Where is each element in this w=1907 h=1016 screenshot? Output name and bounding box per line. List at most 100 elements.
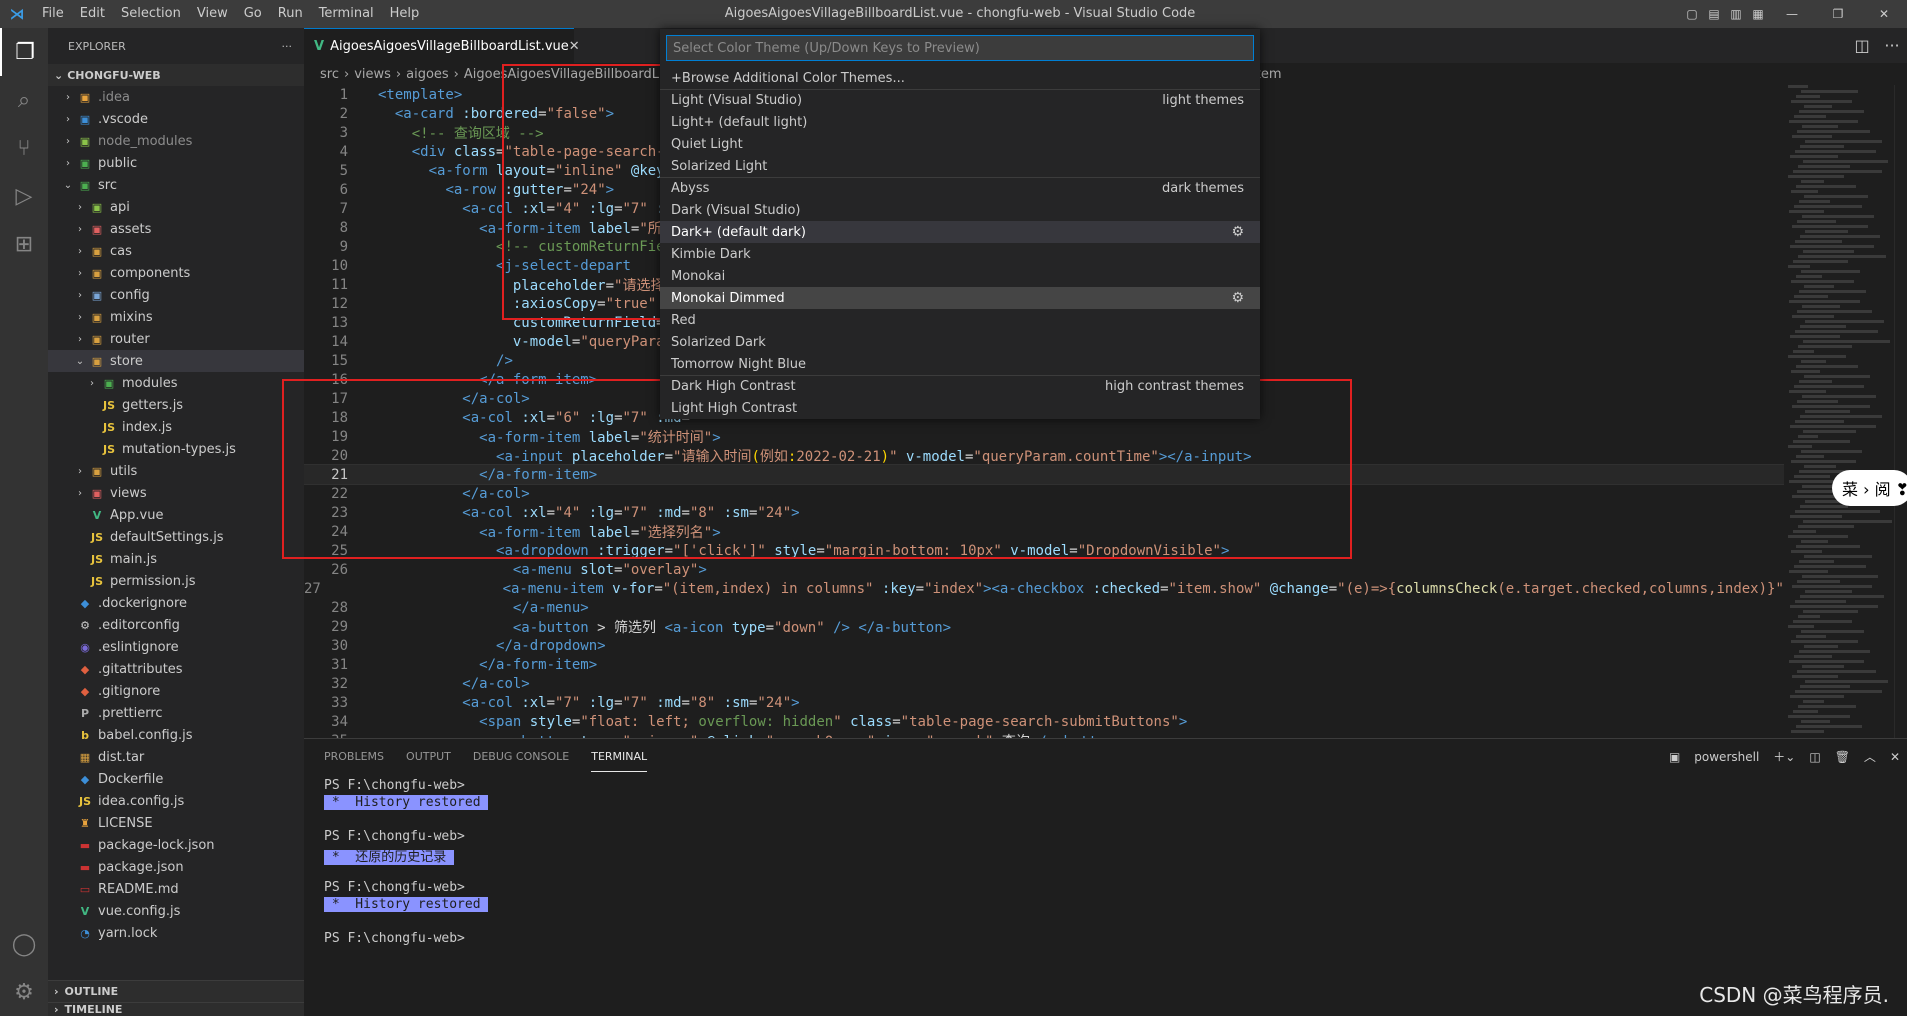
tree-item[interactable]: › ▣ modules (48, 372, 304, 394)
theme-option[interactable]: Quiet Light (660, 133, 1260, 155)
tree-item[interactable]: ▬ package-lock.json (48, 834, 304, 856)
tree-item[interactable]: › ▣ .idea (48, 86, 304, 108)
theme-option[interactable]: Solarized Dark (660, 331, 1260, 353)
theme-option[interactable]: Tomorrow Night Blue (660, 353, 1260, 375)
breadcrumb-item[interactable]: src (320, 67, 339, 82)
tree-item[interactable]: ▬ package.json (48, 856, 304, 878)
tree-item[interactable]: ▦ dist.tar (48, 746, 304, 768)
manage-gear-icon[interactable]: ⚙ (0, 968, 48, 1016)
outline-section[interactable]: › OUTLINE (48, 980, 304, 1002)
theme-option[interactable]: Light High Contrast (660, 397, 1260, 419)
tree-item[interactable]: JS getters.js (48, 394, 304, 416)
tree-item[interactable]: › ▣ public (48, 152, 304, 174)
run-debug-icon[interactable]: ▷ (0, 172, 48, 220)
tree-item[interactable]: › ▣ api (48, 196, 304, 218)
split-editor-icon[interactable]: ◫ (1847, 36, 1877, 55)
tree-item[interactable]: P .prettierrc (48, 702, 304, 724)
menu-go[interactable]: Go (236, 0, 270, 28)
tree-item[interactable]: ◆ .gitattributes (48, 658, 304, 680)
menu-selection[interactable]: Selection (113, 0, 189, 28)
menu-help[interactable]: Help (382, 0, 428, 28)
tree-item[interactable]: JS index.js (48, 416, 304, 438)
toggle-secondary-sidebar-icon[interactable]: ▥ (1725, 7, 1747, 21)
tree-item[interactable]: › ▣ utils (48, 460, 304, 482)
breadcrumb-item[interactable]: views (354, 67, 391, 82)
tree-item[interactable]: ◆ .dockerignore (48, 592, 304, 614)
panel-tab-output[interactable]: OUTPUT (406, 742, 451, 772)
tree-item[interactable]: ⌄ ▣ src (48, 174, 304, 196)
theme-option[interactable]: Light+ (default light) (660, 111, 1260, 133)
theme-search-input[interactable]: Select Color Theme (Up/Down Keys to Prev… (666, 35, 1254, 61)
more-actions-icon[interactable]: ··· (282, 40, 293, 53)
gear-icon[interactable]: ⚙ (1231, 224, 1244, 240)
maximize-panel-icon[interactable]: ︿ (1864, 748, 1876, 765)
close-tab-icon[interactable]: ✕ (569, 39, 580, 54)
code-line[interactable]: 30 </a-dropdown> (304, 636, 1784, 655)
tree-item[interactable]: ▭ README.md (48, 878, 304, 900)
tree-item[interactable]: ◔ yarn.lock (48, 922, 304, 944)
theme-option[interactable]: Solarized Light (660, 155, 1260, 177)
tree-item[interactable]: b babel.config.js (48, 724, 304, 746)
tree-item[interactable]: JS mutation-types.js (48, 438, 304, 460)
tree-item[interactable]: ♜ LICENSE (48, 812, 304, 834)
tree-item[interactable]: JS permission.js (48, 570, 304, 592)
kill-terminal-icon[interactable]: 🗑 (1835, 750, 1850, 764)
explorer-icon[interactable]: ❐ (0, 28, 48, 76)
split-terminal-icon[interactable]: ◫ (1809, 750, 1820, 764)
close-panel-icon[interactable]: ✕ (1890, 750, 1900, 764)
source-control-icon[interactable]: ⑂ (0, 124, 48, 172)
tree-item[interactable]: › ▣ components (48, 262, 304, 284)
code-line[interactable]: 28 </a-menu> (304, 598, 1784, 617)
tree-item[interactable]: JS defaultSettings.js (48, 526, 304, 548)
theme-option[interactable]: Kimbie Dark (660, 243, 1260, 265)
tree-item[interactable]: › ▣ config (48, 284, 304, 306)
new-terminal-icon[interactable]: ＋⌄ (1773, 748, 1795, 765)
tree-item[interactable]: › ▣ router (48, 328, 304, 350)
tree-item[interactable]: V App.vue (48, 504, 304, 526)
panel-tab-terminal[interactable]: TERMINAL (591, 742, 648, 772)
floating-widget[interactable]: 菜 › 阅 ❣ (1832, 470, 1907, 506)
minimize-button[interactable]: — (1769, 7, 1815, 21)
panel-tab-debug-console[interactable]: DEBUG CONSOLE (473, 742, 569, 772)
code-line[interactable]: 29 <a-button > 筛选列 <a-icon type="down" /… (304, 617, 1784, 636)
theme-option[interactable]: Light (Visual Studio) light themes (660, 89, 1260, 111)
tree-item[interactable]: ⌄ ▣ store (48, 350, 304, 372)
toggle-panel-icon[interactable]: ▤ (1703, 7, 1725, 21)
tree-item[interactable]: JS idea.config.js (48, 790, 304, 812)
theme-option[interactable]: Monokai (660, 265, 1260, 287)
code-line[interactable]: 27 <a-menu-item v-for="(item,index) in c… (304, 579, 1784, 598)
terminal-output[interactable]: PS F:\chongfu-web> * History restored PS… (304, 774, 1907, 952)
close-window-button[interactable]: ✕ (1861, 7, 1907, 21)
customize-layout-icon[interactable]: ▦ (1747, 7, 1769, 21)
tree-item[interactable]: ◆ .gitignore (48, 680, 304, 702)
account-icon[interactable]: ◯ (0, 920, 48, 968)
theme-option[interactable]: Dark (Visual Studio) (660, 199, 1260, 221)
code-line[interactable]: 31 </a-form-item> (304, 655, 1784, 674)
theme-option[interactable]: + Browse Additional Color Themes... (660, 67, 1260, 89)
code-line[interactable]: 35 <a-button type="primary" @click="sear… (304, 731, 1784, 739)
tree-item[interactable]: › ▣ assets (48, 218, 304, 240)
menu-view[interactable]: View (189, 0, 236, 28)
search-icon[interactable]: ⌕ (0, 76, 48, 124)
timeline-section[interactable]: › TIMELINE (48, 1002, 304, 1016)
tree-item[interactable]: › ▣ mixins (48, 306, 304, 328)
tree-item[interactable]: JS main.js (48, 548, 304, 570)
vertical-scrollbar[interactable] (1894, 85, 1907, 738)
gear-icon[interactable]: ⚙ (1231, 290, 1244, 306)
theme-option[interactable]: Monokai Dimmed ⚙ (660, 287, 1260, 309)
tree-item[interactable]: › ▣ node_modules (48, 130, 304, 152)
tree-item[interactable]: › ▣ views (48, 482, 304, 504)
minimap[interactable] (1784, 85, 1894, 738)
menu-run[interactable]: Run (270, 0, 311, 28)
tree-item[interactable]: › ▣ cas (48, 240, 304, 262)
code-line[interactable]: 26 <a-menu slot="overlay"> (304, 560, 1784, 579)
more-actions-icon[interactable]: ··· (1877, 36, 1907, 55)
panel-tab-problems[interactable]: PROBLEMS (324, 742, 384, 772)
menu-terminal[interactable]: Terminal (311, 0, 382, 28)
restore-button[interactable]: ❐ (1815, 7, 1861, 21)
menu-file[interactable]: File (34, 0, 72, 28)
tree-item[interactable]: › ▣ .vscode (48, 108, 304, 130)
code-line[interactable]: 33 <a-col :xl="7" :lg="7" :md="8" :sm="2… (304, 693, 1784, 712)
theme-option[interactable]: Dark High Contrast high contrast themes (660, 375, 1260, 397)
toggle-sidebar-icon[interactable]: ▢ (1681, 7, 1703, 21)
